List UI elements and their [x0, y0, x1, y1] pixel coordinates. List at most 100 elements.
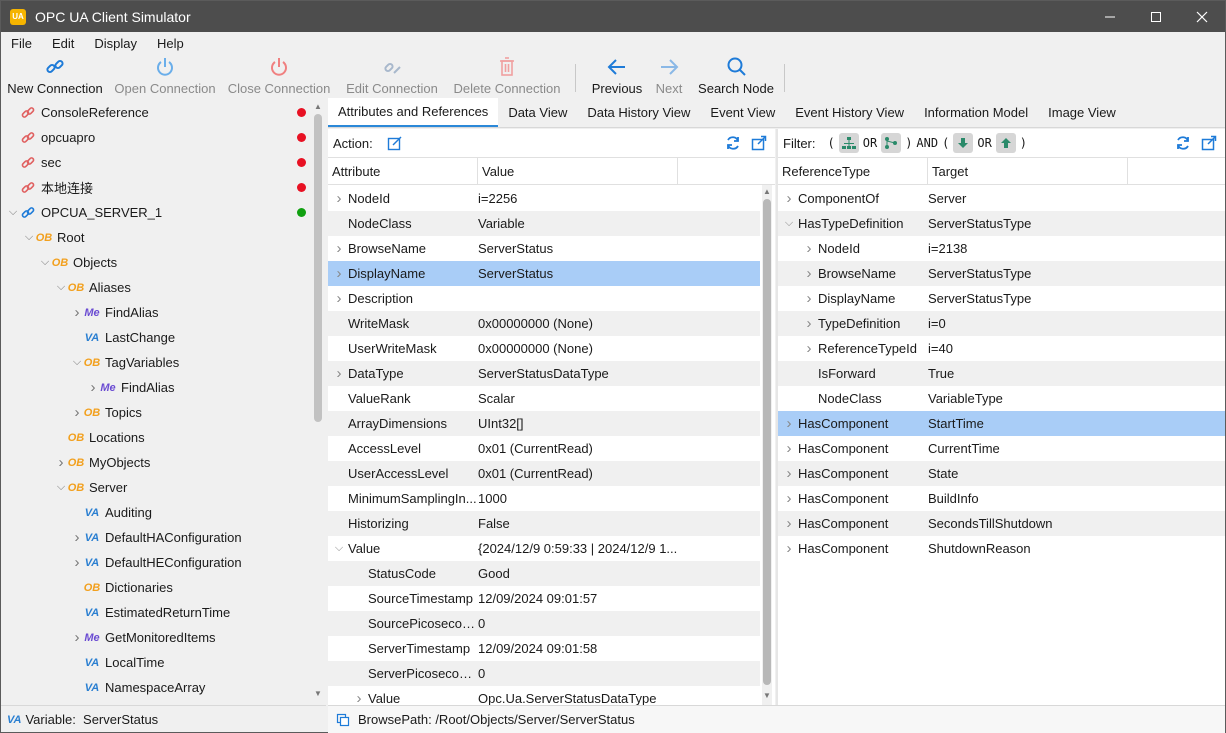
attribute-row[interactable]: ⌵ Value {2024/12/9 0:59:33 | 2024/12/9 1..… [328, 536, 760, 561]
chevron-right-icon[interactable]: › [802, 240, 816, 257]
chevron-down-icon[interactable]: ⌵ [71, 356, 83, 369]
chevron-right-icon[interactable]: › [332, 265, 346, 282]
attribute-row[interactable]: › Description [328, 286, 760, 311]
scroll-down-icon[interactable]: ▼ [314, 689, 322, 698]
chevron-right-icon[interactable]: › [332, 240, 346, 257]
chevron-down-icon[interactable]: ⌵ [7, 206, 19, 219]
attribute-row[interactable]: › BrowseName ServerStatus [328, 236, 760, 261]
delete-connection-button[interactable]: Delete Connection [447, 54, 567, 98]
non-hierarchical-filter-button[interactable] [881, 133, 902, 153]
tree-node[interactable]: › Me GetMonitoredItems [1, 625, 311, 650]
tab-event-view[interactable]: Event View [700, 98, 785, 127]
chevron-right-icon[interactable]: › [87, 379, 99, 396]
chevron-right-icon[interactable]: › [802, 290, 816, 307]
tree-node[interactable]: › Me FindAlias [1, 300, 311, 325]
chevron-right-icon[interactable]: › [782, 540, 796, 557]
tree-node[interactable]: sec [1, 150, 311, 175]
tab-event-history-view[interactable]: Event History View [785, 98, 914, 127]
reference-row[interactable]: NodeClass VariableType [778, 386, 1225, 411]
chevron-right-icon[interactable]: › [802, 340, 816, 357]
tab-attributes-references[interactable]: Attributes and References [328, 98, 499, 127]
inverse-filter-button[interactable] [995, 133, 1016, 153]
chevron-right-icon[interactable]: › [71, 304, 83, 321]
reference-row[interactable]: IsForward True [778, 361, 1225, 386]
tree-node[interactable]: OB Dictionaries [1, 575, 311, 600]
attribute-row[interactable]: › DisplayName ServerStatus [328, 261, 760, 286]
col-reference-type[interactable]: ReferenceType [778, 158, 928, 184]
minimize-button[interactable] [1087, 1, 1133, 32]
menu-help[interactable]: Help [147, 36, 194, 51]
tree-node[interactable]: › VA DefaultHEConfiguration [1, 550, 311, 575]
reference-row[interactable]: › BrowseName ServerStatusType [778, 261, 1225, 286]
attribute-row[interactable]: ArrayDimensions UInt32[] [328, 411, 760, 436]
new-connection-button[interactable]: New Connection [1, 54, 109, 98]
chevron-down-icon[interactable]: ⌵ [782, 217, 796, 230]
chevron-right-icon[interactable]: › [332, 290, 346, 307]
export-icon[interactable] [1201, 135, 1217, 151]
attribute-row[interactable]: ValueRank Scalar [328, 386, 760, 411]
col-target[interactable]: Target [928, 158, 1128, 184]
refresh-icon[interactable] [1175, 135, 1191, 151]
search-node-button[interactable]: Search Node [692, 54, 780, 98]
maximize-button[interactable] [1133, 1, 1179, 32]
tree-node[interactable]: VA LocalTime [1, 650, 311, 675]
edit-icon[interactable] [387, 135, 403, 151]
chevron-right-icon[interactable]: › [71, 629, 83, 646]
tree-node[interactable]: ⌵ OPCUA_SERVER_1 [1, 200, 311, 225]
chevron-right-icon[interactable]: › [352, 690, 366, 705]
tree-node[interactable]: ⌵ OB Server [1, 475, 311, 500]
tab-data-history-view[interactable]: Data History View [577, 98, 700, 127]
chevron-right-icon[interactable]: › [332, 190, 346, 207]
chevron-down-icon[interactable]: ⌵ [332, 542, 346, 555]
attribute-row[interactable]: WriteMask 0x00000000 (None) [328, 311, 760, 336]
menu-display[interactable]: Display [84, 36, 147, 51]
reference-row[interactable]: › DisplayName ServerStatusType [778, 286, 1225, 311]
export-icon[interactable] [751, 135, 767, 151]
chevron-right-icon[interactable]: › [782, 190, 796, 207]
chevron-right-icon[interactable]: › [71, 404, 83, 421]
attribute-row[interactable]: SourceTimestamp 12/09/2024 09:01:57 [328, 586, 760, 611]
tree-node[interactable]: VA NamespaceArray [1, 675, 311, 700]
chevron-right-icon[interactable]: › [71, 554, 83, 571]
attribute-row[interactable]: ServerTimestamp 12/09/2024 09:01:58 [328, 636, 760, 661]
tree-node[interactable]: ⌵ OB Aliases [1, 275, 311, 300]
previous-button[interactable]: Previous [582, 54, 652, 98]
chevron-right-icon[interactable]: › [55, 454, 67, 471]
reference-row[interactable]: › HasComponent BuildInfo [778, 486, 1225, 511]
attribute-row[interactable]: › Value Opc.Ua.ServerStatusDataType [328, 686, 760, 705]
tree-node[interactable]: VA Auditing [1, 500, 311, 525]
scroll-up-icon[interactable]: ▲ [763, 187, 771, 196]
tree-node[interactable]: › OB Topics [1, 400, 311, 425]
edit-connection-button[interactable]: Edit Connection [337, 54, 447, 98]
close-window-button[interactable] [1179, 1, 1225, 32]
chevron-down-icon[interactable]: ⌵ [23, 231, 35, 244]
attribute-row[interactable]: SourcePicosecon... 0 [328, 611, 760, 636]
tree-node[interactable]: opcuapro [1, 125, 311, 150]
tree-node[interactable]: › Me FindAlias [1, 375, 311, 400]
copy-icon[interactable] [336, 713, 350, 727]
refresh-icon[interactable] [725, 135, 741, 151]
chevron-right-icon[interactable]: › [782, 415, 796, 432]
chevron-right-icon[interactable]: › [802, 265, 816, 282]
scroll-down-icon[interactable]: ▼ [763, 691, 771, 700]
hierarchical-filter-button[interactable] [838, 133, 859, 153]
attribute-row[interactable]: Historizing False [328, 511, 760, 536]
tree-node[interactable]: ⌵ OB TagVariables [1, 350, 311, 375]
tree-node[interactable]: VA EstimatedReturnTime [1, 600, 311, 625]
reference-row[interactable]: › HasComponent SecondsTillShutdown [778, 511, 1225, 536]
attribute-row[interactable]: › DataType ServerStatusDataType [328, 361, 760, 386]
scroll-up-icon[interactable]: ▲ [314, 102, 322, 111]
attribute-row[interactable]: AccessLevel 0x01 (CurrentRead) [328, 436, 760, 461]
reference-row[interactable]: › HasComponent CurrentTime [778, 436, 1225, 461]
tree-node[interactable]: ConsoleReference [1, 100, 311, 125]
chevron-right-icon[interactable]: › [782, 515, 796, 532]
reference-row[interactable]: › HasComponent State [778, 461, 1225, 486]
reference-row[interactable]: › ComponentOf Server [778, 186, 1225, 211]
chevron-down-icon[interactable]: ⌵ [55, 481, 67, 494]
reference-row[interactable]: › HasComponent StartTime [778, 411, 1225, 436]
attribute-row[interactable]: NodeClass Variable [328, 211, 760, 236]
menu-file[interactable]: File [1, 36, 42, 51]
chevron-down-icon[interactable]: ⌵ [39, 256, 51, 269]
col-attribute[interactable]: Attribute [328, 158, 478, 184]
col-value[interactable]: Value [478, 158, 678, 184]
